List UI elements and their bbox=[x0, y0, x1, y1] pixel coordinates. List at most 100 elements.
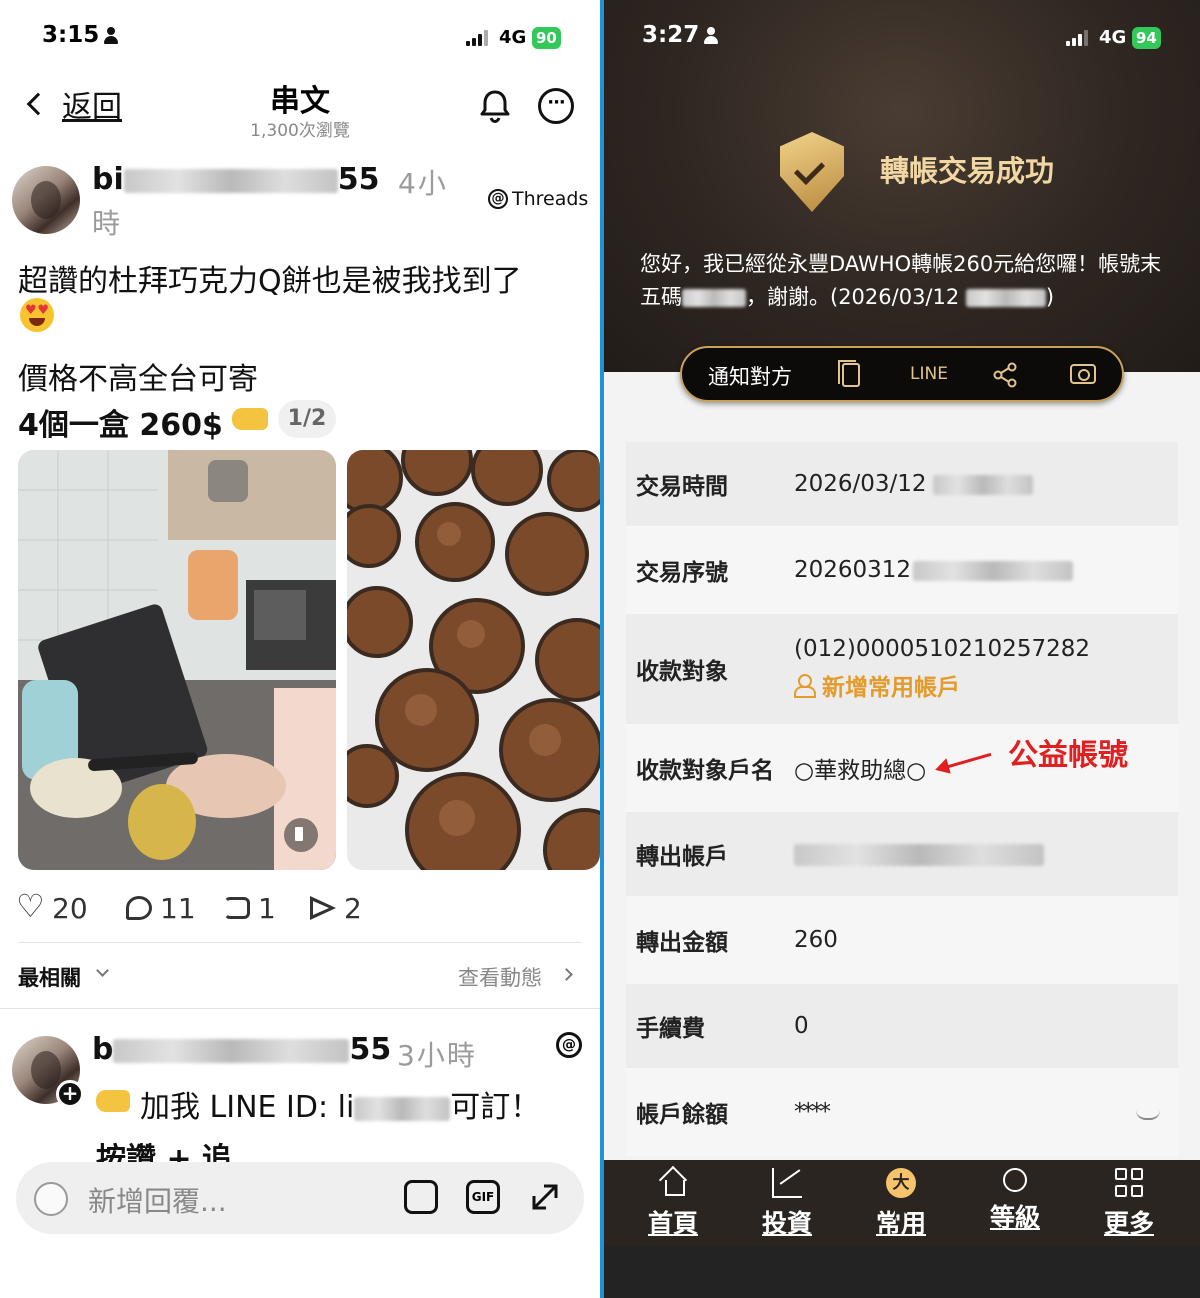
eye-closed-icon[interactable] bbox=[1136, 1110, 1160, 1120]
back-label: 返回 bbox=[62, 90, 122, 125]
detail-value: (012)0000510210257282 新增常用帳戶 bbox=[794, 636, 1090, 702]
message-text-2: ，謝謝。(2026/03/12 bbox=[746, 285, 960, 309]
post-text-line3: 4個一盒 260$ bbox=[18, 408, 223, 443]
gif-icon[interactable]: GIF bbox=[466, 1180, 500, 1214]
threads-logo-icon: @ bbox=[488, 189, 508, 209]
avatar[interactable] bbox=[12, 166, 80, 234]
serial-redaction bbox=[913, 560, 1074, 581]
detail-value-text: 2026/03/12 bbox=[794, 471, 927, 497]
pointing-hand-emoji-icon bbox=[232, 408, 268, 430]
bank-transfer-screen: 3:27 4G 94 轉帳交易成功 您好，我已經從永豐DAWHO轉帳260元給您… bbox=[604, 0, 1200, 1298]
annotation-label: 公益帳號 bbox=[1008, 738, 1128, 773]
transaction-detail-list: 交易時間 2026/03/12 交易序號 20260312 收款對象 (012)… bbox=[626, 442, 1178, 1156]
post-image[interactable] bbox=[347, 450, 600, 870]
more-options-icon[interactable] bbox=[538, 88, 574, 124]
expand-icon[interactable] bbox=[528, 1180, 562, 1214]
detail-label: 收款對象戶名 bbox=[636, 758, 774, 784]
add-account-label: 新增常用帳戶 bbox=[822, 675, 960, 701]
kitchen-video-frame bbox=[18, 450, 336, 870]
post-time-label: 4小時 bbox=[92, 167, 448, 240]
line-id-redaction bbox=[354, 1096, 451, 1121]
heart-eyes-emoji-icon bbox=[20, 298, 54, 332]
bell-icon[interactable] bbox=[477, 88, 513, 124]
view-activity-link[interactable]: 查看動態 bbox=[458, 962, 542, 992]
detail-value: ○華救助總○ bbox=[794, 758, 927, 784]
comment-button[interactable]: 11 bbox=[126, 888, 196, 928]
detail-value: 2026/03/12 bbox=[794, 471, 1033, 497]
nav-home[interactable]: 首頁 bbox=[618, 1168, 728, 1240]
like-count: 20 bbox=[52, 891, 88, 925]
cookie-photo bbox=[347, 450, 600, 870]
like-button[interactable]: 20 bbox=[16, 887, 88, 928]
share-button[interactable]: 2 bbox=[310, 888, 362, 928]
user-avatar-icon bbox=[34, 1182, 68, 1216]
nav-label: 等級 bbox=[989, 1203, 1040, 1232]
reply-time: 3小時 bbox=[397, 1039, 477, 1072]
divider bbox=[0, 1008, 600, 1009]
line-share-button[interactable]: LINE bbox=[910, 364, 948, 384]
follow-plus-icon[interactable]: + bbox=[56, 1080, 84, 1108]
reply-text-cut: 按讚 + 追 bbox=[96, 1142, 233, 1164]
reply-placeholder: 新增回覆... bbox=[88, 1185, 227, 1218]
grid-icon bbox=[1115, 1168, 1143, 1198]
detail-label: 帳戶餘額 bbox=[636, 1102, 728, 1128]
heart-icon bbox=[16, 887, 45, 925]
detail-label: 交易序號 bbox=[636, 560, 728, 586]
reply-input[interactable]: 新增回覆... GIF bbox=[16, 1162, 584, 1234]
detail-row-amount: 轉出金額 260 bbox=[626, 898, 1178, 984]
comment-count: 11 bbox=[160, 891, 196, 925]
shield-check-icon bbox=[780, 132, 844, 212]
view-count: 1,300次瀏覽 bbox=[250, 121, 350, 141]
detail-label: 轉出帳戶 bbox=[636, 844, 728, 870]
status-bar: 3:27 4G 94 bbox=[604, 0, 1200, 72]
reply-username[interactable]: b 55 bbox=[92, 1032, 391, 1067]
copy-icon[interactable] bbox=[838, 360, 860, 387]
image-icon[interactable] bbox=[404, 1180, 438, 1214]
reply-text-start: 加我 LINE ID: li bbox=[140, 1090, 355, 1125]
post-text-line1: 超讚的杜拜巧克力Q餅也是被我找到了 bbox=[18, 264, 522, 299]
comment-icon bbox=[126, 896, 152, 920]
home-icon bbox=[658, 1168, 688, 1198]
network-label: 4G bbox=[1099, 27, 1127, 48]
add-favorite-account-button[interactable]: 新增常用帳戶 bbox=[794, 668, 1090, 702]
star-badge-icon: 大户 bbox=[886, 1168, 916, 1223]
nav-common[interactable]: 大户 常用 bbox=[846, 1168, 956, 1240]
payee-account: (012)0000510210257282 bbox=[794, 636, 1090, 662]
add-user-icon bbox=[794, 674, 816, 698]
back-button[interactable]: 返回 bbox=[24, 84, 144, 125]
message-text-3: ) bbox=[1045, 285, 1055, 309]
chevron-down-icon bbox=[96, 964, 109, 977]
person-icon bbox=[704, 27, 718, 45]
chevron-right-icon bbox=[560, 968, 573, 981]
detail-value: 20260312 bbox=[794, 557, 1074, 583]
signal-icon bbox=[1066, 30, 1090, 46]
nav-label: 首頁 bbox=[647, 1209, 698, 1238]
mute-icon[interactable] bbox=[284, 818, 318, 852]
notify-recipient-button[interactable]: 通知對方 bbox=[708, 361, 792, 391]
nav-level[interactable]: 等級 bbox=[960, 1168, 1070, 1234]
camera-icon[interactable] bbox=[1070, 364, 1096, 384]
share-count: 2 bbox=[344, 891, 362, 925]
network-label: 4G bbox=[499, 27, 527, 48]
reply-text: 加我 LINE ID: li 可訂！ bbox=[140, 1082, 540, 1126]
signal-icon bbox=[466, 30, 490, 46]
detail-value: 0 bbox=[794, 1013, 809, 1039]
repost-icon bbox=[224, 897, 250, 919]
repost-button[interactable]: 1 bbox=[224, 888, 276, 928]
post-text-line2: 價格不高全台可寄 bbox=[18, 362, 258, 397]
post-video[interactable] bbox=[18, 450, 336, 870]
threads-screen: 3:15 4G 90 返回 串文 1,300次瀏覽 bi55 4小時 @ Thr… bbox=[0, 0, 600, 1298]
sort-dropdown[interactable]: 最相關 bbox=[18, 962, 81, 992]
nav-invest[interactable]: 投資 bbox=[732, 1168, 842, 1240]
nav-label: 投資 bbox=[761, 1209, 812, 1238]
reply-text-end: 可訂！ bbox=[450, 1090, 541, 1125]
detail-row-balance: 帳戶餘額 **** bbox=[626, 1070, 1178, 1156]
reply-username-start: b bbox=[92, 1032, 114, 1067]
bottom-nav: 首頁 投資 大户 常用 等級 更多 bbox=[604, 1160, 1200, 1246]
account-redaction bbox=[794, 843, 1044, 866]
nav-more[interactable]: 更多 bbox=[1074, 1168, 1184, 1240]
nav-label: 更多 bbox=[1103, 1209, 1154, 1238]
share-icon[interactable] bbox=[992, 362, 1018, 388]
threads-badge: @ Threads bbox=[488, 188, 588, 210]
status-bar: 3:15 4G 90 bbox=[0, 0, 600, 72]
